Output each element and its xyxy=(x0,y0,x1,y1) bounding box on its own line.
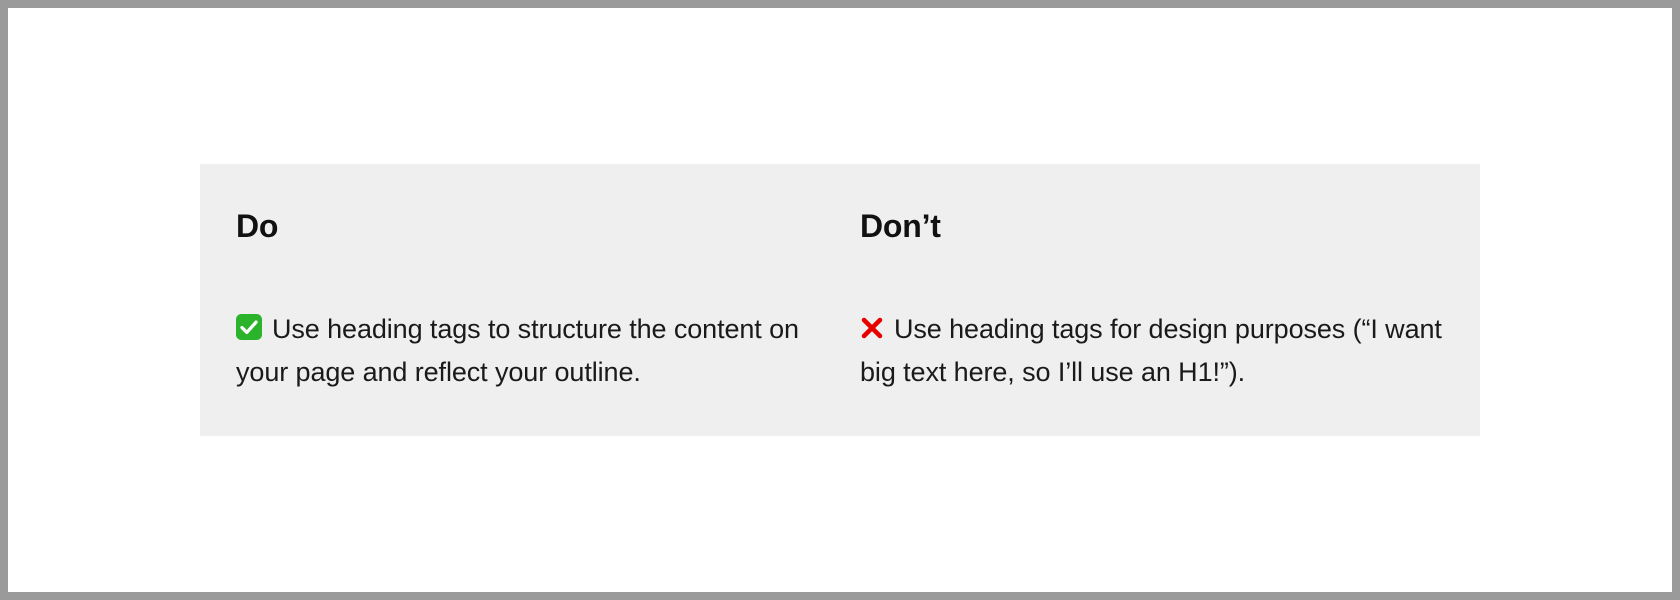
do-heading: Do xyxy=(236,208,820,245)
document-frame: Do Use heading tags to structure the con… xyxy=(8,8,1672,592)
checkmark-icon xyxy=(236,311,262,352)
do-text: Use heading tags to structure the conten… xyxy=(236,314,799,387)
do-body: Use heading tags to structure the conten… xyxy=(236,309,820,392)
dont-body: Use heading tags for design purposes (“I… xyxy=(860,309,1444,392)
dont-column: Don’t Use heading tags for design purpos… xyxy=(860,208,1444,392)
dont-heading: Don’t xyxy=(860,208,1444,245)
do-column: Do Use heading tags to structure the con… xyxy=(236,208,820,392)
do-dont-panel: Do Use heading tags to structure the con… xyxy=(200,164,1480,436)
dont-text: Use heading tags for design purposes (“I… xyxy=(860,314,1442,387)
cross-icon xyxy=(860,311,884,352)
